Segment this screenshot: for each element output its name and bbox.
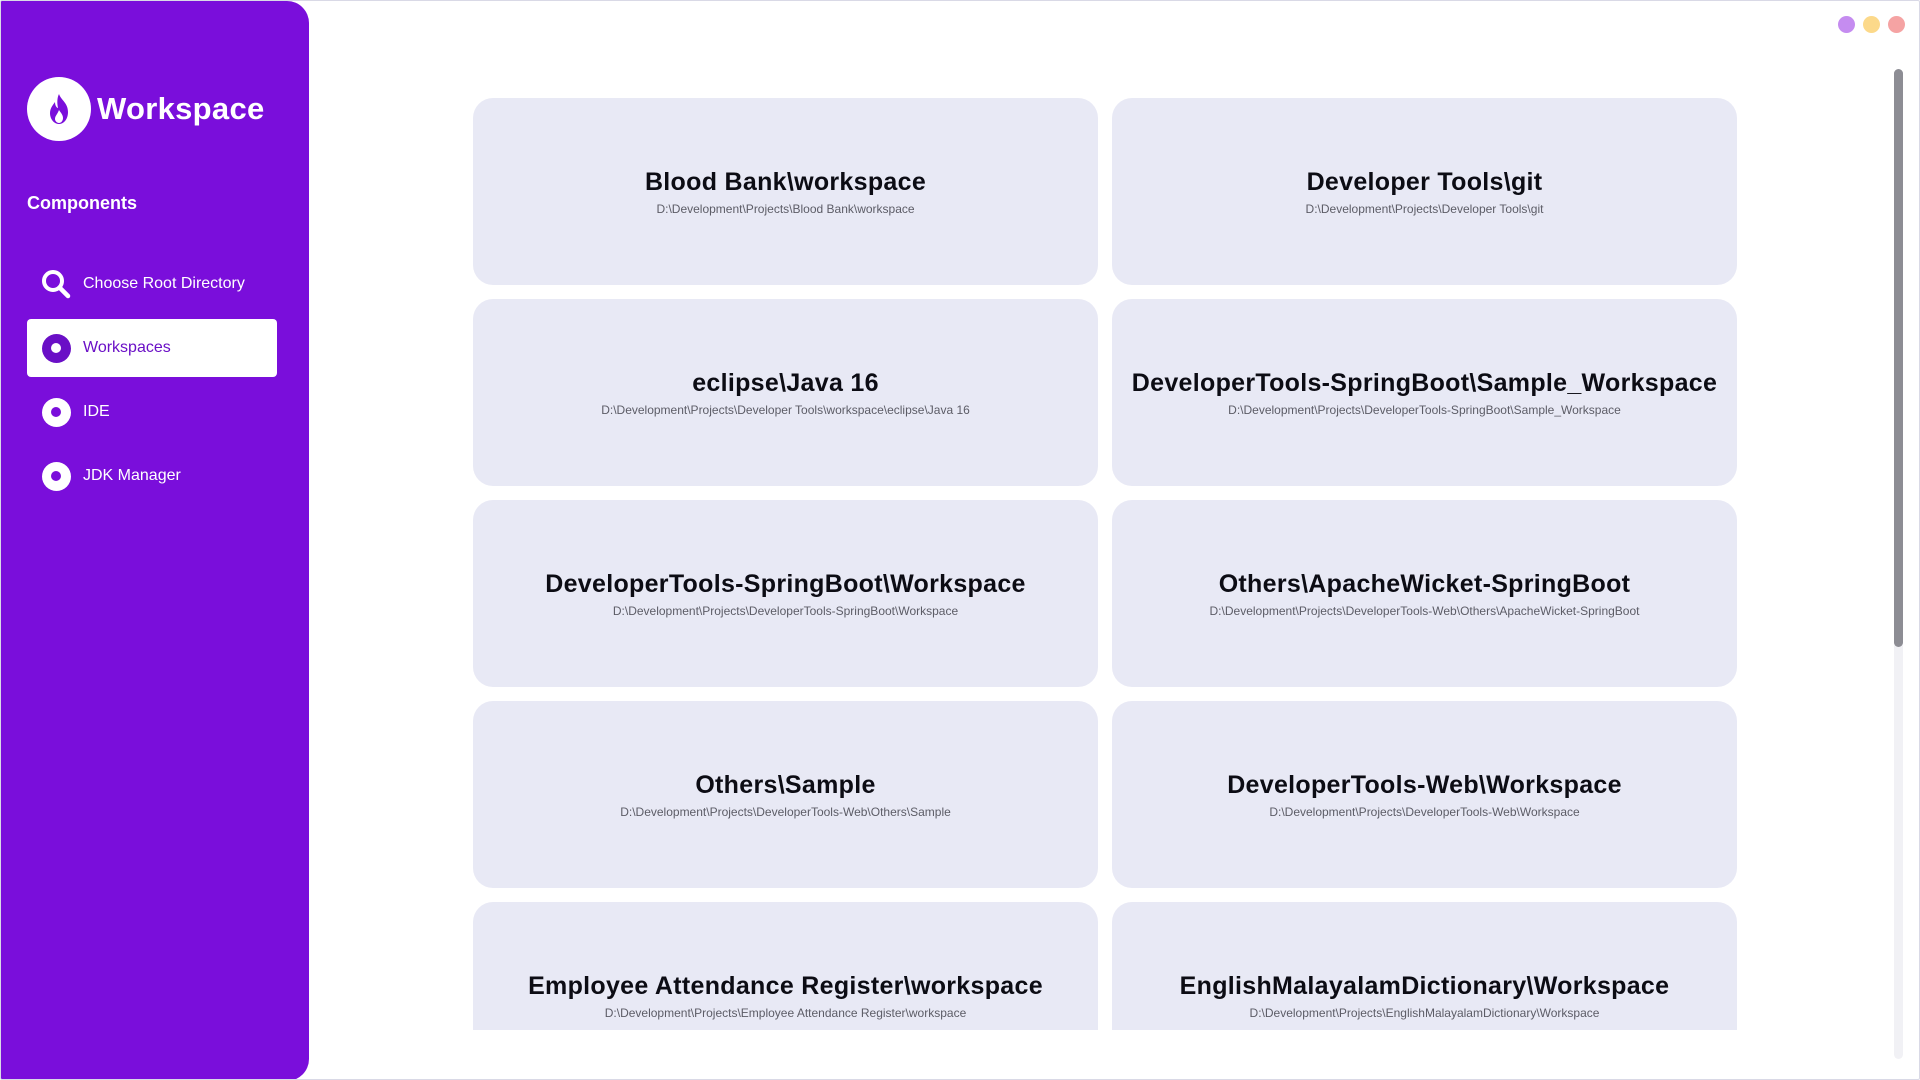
nav-icon-slot <box>41 461 71 491</box>
nav-item-ide[interactable]: IDE <box>27 383 277 441</box>
radio-dot-icon <box>41 397 71 427</box>
window-controls <box>1838 16 1905 33</box>
workspace-card[interactable]: Employee Attendance Register\workspace D… <box>473 902 1098 1030</box>
workspace-path: D:\Development\Projects\Developer Tools\… <box>601 403 970 417</box>
workspace-title: Others\ApacheWicket-SpringBoot <box>1218 570 1631 598</box>
workspace-title: Others\Sample <box>695 771 876 799</box>
workspace-path: D:\Development\Projects\Employee Attenda… <box>604 1006 967 1020</box>
workspace-path: D:\Development\Projects\DeveloperTools-S… <box>612 604 959 618</box>
close-button[interactable] <box>1888 16 1905 33</box>
workspace-title: eclipse\Java 16 <box>692 369 879 397</box>
workspace-title: Employee Attendance Register\workspace <box>528 972 1043 1000</box>
sidebar-nav: Choose Root Directory Workspaces IDE JDK… <box>27 255 277 511</box>
workspace-path: D:\Development\Projects\DeveloperTools-W… <box>620 805 951 819</box>
workspace-card[interactable]: Others\Sample D:\Development\Projects\De… <box>473 701 1098 888</box>
nav-item-workspaces[interactable]: Workspaces <box>27 319 277 377</box>
workspace-card[interactable]: DeveloperTools-SpringBoot\Workspace D:\D… <box>473 500 1098 687</box>
scrollbar-thumb[interactable] <box>1894 69 1903 647</box>
workspace-card[interactable]: Developer Tools\git D:\Development\Proje… <box>1112 98 1737 285</box>
nav-icon-slot <box>41 397 71 427</box>
workspace-path: D:\Development\Projects\DeveloperTools-S… <box>1228 403 1621 417</box>
workspace-card[interactable]: DeveloperTools-SpringBoot\Sample_Workspa… <box>1112 299 1737 486</box>
workspace-title: DeveloperTools-SpringBoot\Sample_Workspa… <box>1131 369 1718 397</box>
nav-item-label: Choose Root Directory <box>83 275 245 292</box>
radio-dot-icon <box>41 461 71 491</box>
app-window: Workspace Components Choose Root Directo… <box>0 0 1920 1080</box>
sidebar: Workspace Components Choose Root Directo… <box>1 1 309 1079</box>
nav-item-jdk-manager[interactable]: JDK Manager <box>27 447 277 505</box>
workspace-card[interactable]: DeveloperTools-Web\Workspace D:\Developm… <box>1112 701 1737 888</box>
workspace-card[interactable]: Blood Bank\workspace D:\Development\Proj… <box>473 98 1098 285</box>
workspace-card[interactable]: Others\ApacheWicket-SpringBoot D:\Develo… <box>1112 500 1737 687</box>
workspace-title: EnglishMalayalamDictionary\Workspace <box>1179 972 1670 1000</box>
workspace-path: D:\Development\Projects\DeveloperTools-W… <box>1269 805 1580 819</box>
minimize-button[interactable] <box>1838 16 1855 33</box>
vertical-scrollbar[interactable] <box>1894 69 1903 1059</box>
workspace-title: DeveloperTools-Web\Workspace <box>1227 771 1622 799</box>
workspace-list: Blood Bank\workspace D:\Development\Proj… <box>473 98 1737 1030</box>
flame-logo-icon <box>27 77 91 141</box>
nav-item-choose-root-directory[interactable]: Choose Root Directory <box>27 255 277 313</box>
workspace-path: D:\Development\Projects\DeveloperTools-W… <box>1209 604 1640 618</box>
nav-item-label: IDE <box>83 403 110 420</box>
workspace-title: Blood Bank\workspace <box>644 168 927 196</box>
maximize-button[interactable] <box>1863 16 1880 33</box>
components-section-label: Components <box>27 193 137 213</box>
search-icon <box>41 269 71 299</box>
workspace-path: D:\Development\Projects\Blood Bank\works… <box>656 202 915 216</box>
nav-item-label: Workspaces <box>83 339 171 356</box>
radio-dot-icon <box>41 333 71 363</box>
app-logo: Workspace <box>27 77 265 141</box>
workspace-card[interactable]: eclipse\Java 16 D:\Development\Projects\… <box>473 299 1098 486</box>
app-title: Workspace <box>97 91 265 126</box>
workspace-card[interactable]: EnglishMalayalamDictionary\Workspace D:\… <box>1112 902 1737 1030</box>
workspace-title: Developer Tools\git <box>1306 168 1543 196</box>
workspace-title: DeveloperTools-SpringBoot\Workspace <box>545 570 1026 598</box>
workspace-path: D:\Development\Projects\EnglishMalayalam… <box>1249 1006 1600 1020</box>
workspace-grid: Blood Bank\workspace D:\Development\Proj… <box>473 98 1737 1030</box>
workspace-path: D:\Development\Projects\Developer Tools\… <box>1305 202 1544 216</box>
nav-icon-slot <box>41 333 71 363</box>
nav-item-label: JDK Manager <box>83 467 181 484</box>
